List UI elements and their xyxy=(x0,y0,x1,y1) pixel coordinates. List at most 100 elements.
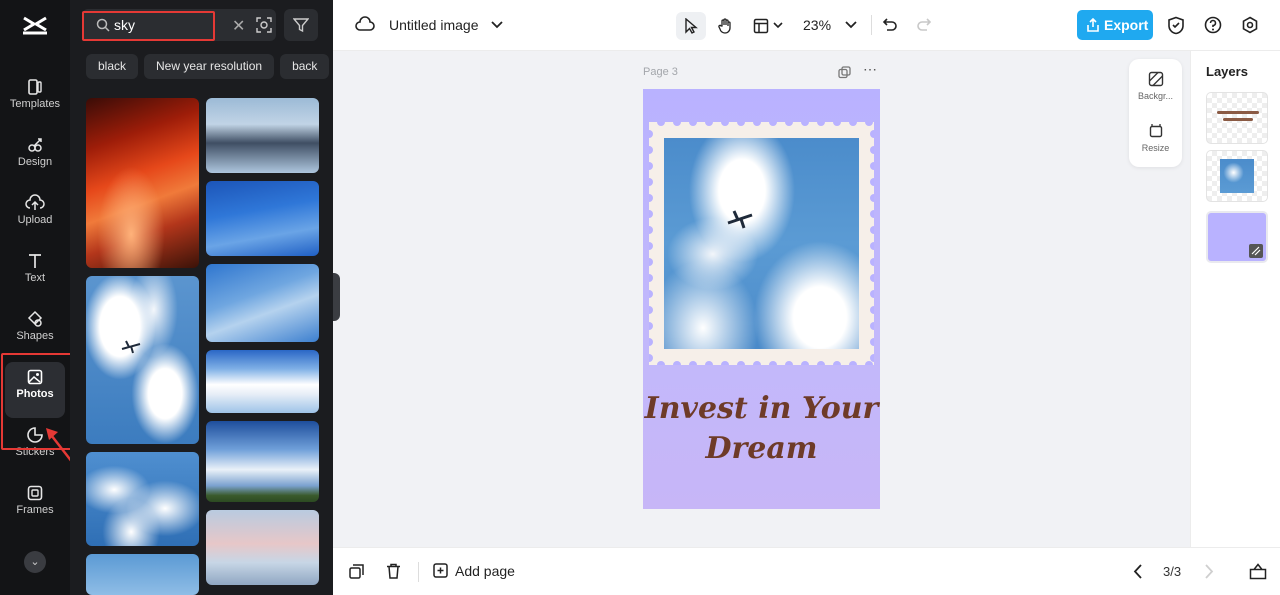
photo-thumbnail[interactable] xyxy=(206,421,319,502)
background-layer-icon xyxy=(1249,244,1263,258)
chevron-left-icon[interactable] xyxy=(1133,564,1143,579)
redo-icon[interactable] xyxy=(916,17,932,33)
shield-icon[interactable] xyxy=(1167,16,1185,35)
headline-line: Invest in Your xyxy=(644,391,879,426)
layer-text[interactable] xyxy=(1206,92,1268,144)
stamp-perforation-icon xyxy=(649,122,874,365)
photo-thumbnail[interactable] xyxy=(86,98,199,268)
chevron-down-icon[interactable] xyxy=(845,20,857,30)
headline-line: Dream xyxy=(705,431,818,466)
resize-label: Resize xyxy=(1141,143,1170,153)
page-counter: 3/3 xyxy=(1163,564,1182,579)
photos-icon xyxy=(27,369,43,385)
top-bar: Untitled image 23% Export xyxy=(333,0,1280,51)
layer-photo[interactable] xyxy=(1206,150,1268,202)
panel-collapse-handle[interactable] xyxy=(333,273,340,321)
headline-text[interactable]: Invest in Your Dream xyxy=(643,389,880,469)
chip[interactable]: back xyxy=(280,54,330,79)
image-search-icon[interactable] xyxy=(256,17,272,33)
layers-panel: Layers xyxy=(1190,51,1280,547)
layer-text-preview xyxy=(1223,118,1253,121)
photo-thumbnail[interactable] xyxy=(206,98,319,173)
page-label: Page 3 xyxy=(643,66,678,78)
rail-item-text[interactable]: Text xyxy=(5,246,65,302)
background-button[interactable]: Backgr... xyxy=(1129,71,1182,101)
chip[interactable]: New year resolution xyxy=(144,54,275,79)
layout-icon xyxy=(753,18,769,34)
photo-thumbnail[interactable] xyxy=(206,510,319,585)
bottom-bar: Add page 3/3 xyxy=(333,547,1280,595)
photo-thumbnail[interactable] xyxy=(86,276,199,444)
chip[interactable]: black xyxy=(86,54,139,79)
export-icon xyxy=(1087,18,1099,32)
chevron-down-icon[interactable] xyxy=(491,20,503,30)
left-rail: Templates Design Upload Text Shapes Phot… xyxy=(0,0,77,595)
rail-item-design[interactable]: Design xyxy=(5,130,65,186)
clear-icon[interactable]: ✕ xyxy=(232,16,245,36)
rail-item-photos[interactable]: Photos xyxy=(5,362,65,418)
layer-background[interactable] xyxy=(1206,211,1268,263)
photo-thumbnail[interactable] xyxy=(206,264,319,342)
rail-item-upload[interactable]: Upload xyxy=(5,188,65,244)
chevron-down-icon xyxy=(773,22,783,29)
rail-item-label: Upload xyxy=(17,214,53,226)
layout-button[interactable] xyxy=(751,12,787,40)
layer-text-preview xyxy=(1217,111,1259,114)
rail-item-label: Design xyxy=(17,156,53,168)
rail-item-shapes[interactable]: Shapes xyxy=(5,304,65,360)
collapse-panel-icon[interactable] xyxy=(1249,563,1267,580)
add-page-button[interactable]: Add page xyxy=(455,563,515,579)
duplicate-page-icon[interactable] xyxy=(838,66,851,79)
undo-icon[interactable] xyxy=(882,17,898,33)
canvas-area[interactable]: Page 3 ⋯ Invest in Your Dream Backgr... … xyxy=(333,51,1190,547)
delete-icon[interactable] xyxy=(386,563,401,579)
chevron-right-icon[interactable] xyxy=(1204,564,1214,579)
filter-button[interactable] xyxy=(284,9,318,41)
shapes-icon xyxy=(27,310,43,327)
suggestion-chips: black New year resolution back xyxy=(86,54,333,80)
settings-icon[interactable] xyxy=(1241,16,1259,34)
photo-thumbnail[interactable] xyxy=(86,452,199,546)
rail-item-templates[interactable]: Templates xyxy=(5,72,65,128)
rail-item-label: Frames xyxy=(16,504,54,516)
duplicate-icon[interactable] xyxy=(349,564,364,579)
rail-item-label: Shapes xyxy=(16,330,54,342)
filter-icon xyxy=(292,18,310,33)
add-page-icon[interactable] xyxy=(433,563,450,580)
photo-thumbnail[interactable] xyxy=(86,554,199,595)
photo-thumbnail[interactable] xyxy=(206,181,319,256)
upload-icon xyxy=(25,194,45,210)
zoom-level[interactable]: 23% xyxy=(803,17,831,33)
stamp-frame[interactable] xyxy=(649,122,874,365)
app: Templates Design Upload Text Shapes Phot… xyxy=(0,0,1280,595)
hand-tool-button[interactable] xyxy=(714,12,738,40)
rail-item-label: Text xyxy=(24,272,46,284)
document-title[interactable]: Untitled image xyxy=(389,17,479,33)
resize-icon xyxy=(1149,124,1162,138)
help-icon[interactable] xyxy=(1204,16,1222,34)
divider xyxy=(871,15,872,35)
text-icon xyxy=(29,254,41,268)
frames-icon xyxy=(27,485,43,501)
design-icon xyxy=(28,138,42,152)
more-button[interactable]: ⌄ xyxy=(24,551,46,573)
templates-icon xyxy=(28,79,42,95)
rail-item-label: Photos xyxy=(16,388,54,400)
select-tool-button[interactable] xyxy=(676,12,706,40)
layer-photo-preview xyxy=(1220,159,1254,193)
photo-thumbnail[interactable] xyxy=(206,350,319,413)
background-icon xyxy=(1148,71,1163,87)
export-label: Export xyxy=(1104,17,1149,33)
rail-item-label: Templates xyxy=(9,98,61,110)
search-highlight-box xyxy=(82,11,215,41)
capcut-logo-icon[interactable] xyxy=(20,12,50,40)
export-button[interactable]: Export xyxy=(1077,10,1153,40)
resize-button[interactable]: Resize xyxy=(1129,123,1182,153)
more-options-icon[interactable]: ⋯ xyxy=(863,61,877,78)
rail-item-frames[interactable]: Frames xyxy=(5,478,65,534)
cloud-save-icon[interactable] xyxy=(355,16,375,34)
design-page[interactable]: Invest in Your Dream xyxy=(643,89,880,509)
floating-panel: Backgr... Resize xyxy=(1129,59,1182,167)
photos-panel: ✕ blackNew year resolutionback xyxy=(70,0,333,595)
background-label: Backgr... xyxy=(1137,91,1173,101)
